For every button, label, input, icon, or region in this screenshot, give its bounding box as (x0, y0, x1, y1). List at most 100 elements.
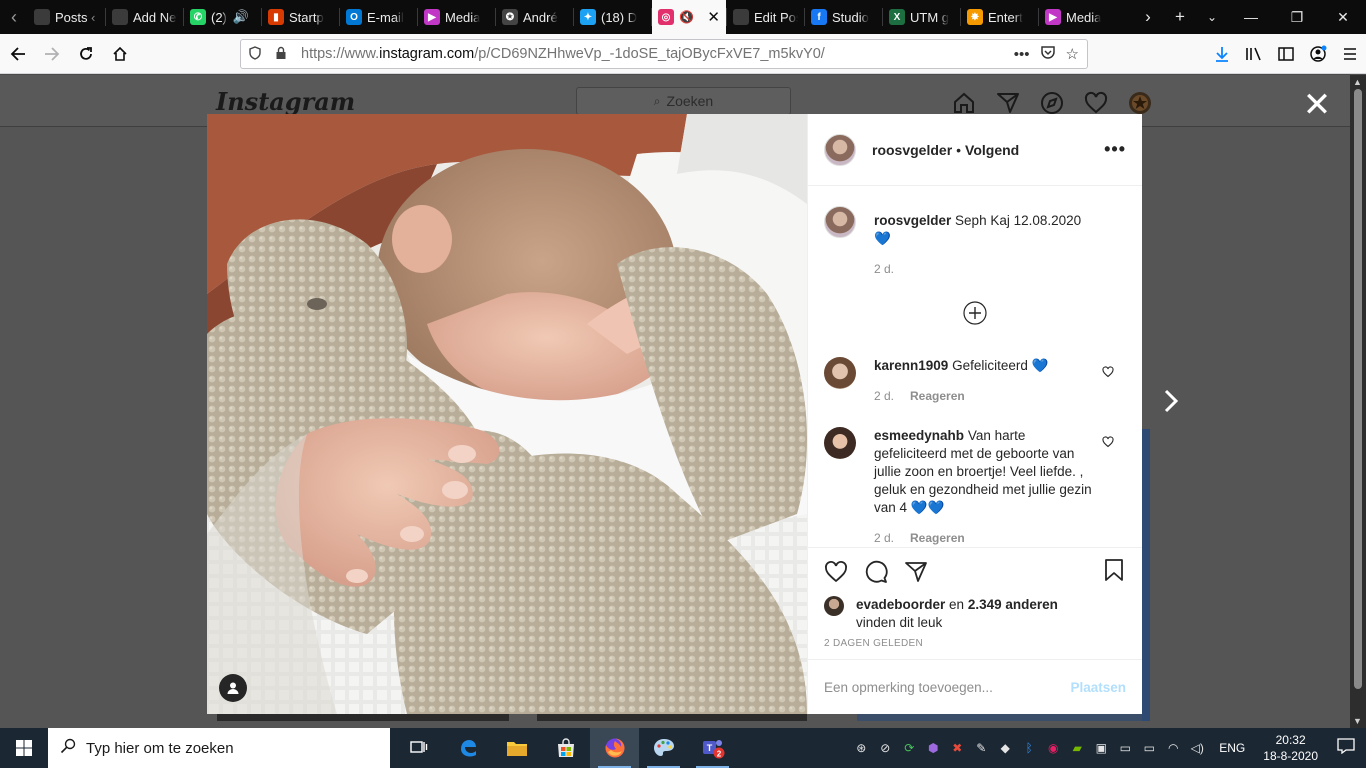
home-button[interactable] (104, 38, 136, 70)
commenter-avatar[interactable] (824, 427, 856, 459)
battery-icon[interactable]: ▭ (1137, 741, 1161, 755)
list-all-tabs-icon[interactable]: ⌄ (1196, 10, 1228, 24)
like-comment-icon[interactable] (1102, 435, 1114, 448)
sidebar-icon[interactable] (1270, 38, 1302, 70)
browser-tab[interactable]: ✪ André (496, 0, 573, 34)
post-comment-button[interactable]: Plaatsen (1070, 680, 1126, 695)
save-bookmark-icon[interactable] (1102, 558, 1126, 587)
back-button[interactable] (2, 38, 34, 70)
tab-close-icon[interactable]: ✕ (707, 8, 720, 26)
teams-icon[interactable]: T2 (688, 728, 737, 768)
notifications-icon[interactable] (1326, 737, 1366, 759)
minimize-icon[interactable]: — (1228, 9, 1274, 25)
browser-tab[interactable]: ▶ Media (1039, 0, 1116, 34)
author-avatar[interactable] (824, 133, 856, 166)
tab-muted-icon[interactable]: 🔇 (679, 10, 694, 24)
liker-avatar[interactable] (824, 596, 844, 616)
pocket-icon[interactable] (1040, 45, 1056, 64)
tab-scroll-left-icon[interactable]: ‹ (0, 0, 28, 34)
browser-tab[interactable]: ◎ 🔇 ✕ (652, 0, 726, 34)
browser-tab[interactable]: Add New (106, 0, 183, 34)
like-comment-icon[interactable] (1102, 365, 1114, 378)
commenter-username[interactable]: esmeedynahb (874, 428, 964, 443)
tray-defender-icon[interactable]: ◆ (993, 741, 1017, 755)
comment-input[interactable] (824, 679, 1071, 695)
profile-avatar-icon[interactable] (1126, 89, 1154, 117)
share-icon[interactable] (904, 552, 944, 592)
tracking-protection-icon[interactable] (249, 45, 267, 63)
scroll-up-icon[interactable]: ▲ (1353, 77, 1362, 87)
lock-icon[interactable] (275, 46, 293, 63)
post-timestamp[interactable]: 2 DAGEN GELEDEN (824, 638, 1126, 649)
bookmark-star-icon[interactable]: ☆ (1066, 45, 1079, 63)
browser-tab[interactable]: Posts ‹ Sh (28, 0, 105, 34)
new-tab-icon[interactable]: + (1164, 7, 1196, 27)
tray-security-icon[interactable]: ✖ (945, 741, 969, 755)
volume-icon[interactable]: ◁) (1185, 741, 1209, 755)
browser-tab[interactable]: ▶ Media (418, 0, 495, 34)
commenter-username[interactable]: karenn1909 (874, 358, 948, 373)
author-username[interactable]: roosvgelder (872, 142, 952, 158)
account-icon[interactable] (1302, 38, 1334, 70)
tray-tool-icon[interactable]: ✎ (969, 741, 993, 755)
scrollbar-thumb[interactable] (1354, 89, 1362, 689)
instagram-search-input[interactable]: ⌕ Zoeken (576, 87, 791, 115)
liker-username[interactable]: evadeboorder (856, 597, 945, 612)
load-more-plus-icon[interactable] (963, 301, 987, 325)
caption-username[interactable]: roosvgelder (874, 213, 951, 228)
browser-tab[interactable]: f Studio (805, 0, 882, 34)
reload-button[interactable] (70, 38, 102, 70)
explore-icon[interactable] (1038, 89, 1066, 117)
tab-scroll-right-icon[interactable]: › (1132, 7, 1164, 27)
browser-tab[interactable]: Edit Post (727, 0, 804, 34)
taskbar-search[interactable]: Typ hier om te zoeken (48, 728, 390, 768)
reply-button[interactable]: Reageren (910, 387, 965, 405)
browser-tab[interactable]: X UTM g (883, 0, 960, 34)
file-explorer-icon[interactable] (492, 728, 541, 768)
browser-tab[interactable]: ▮ Startp (262, 0, 339, 34)
tab-audio-icon[interactable]: 🔊 (233, 9, 249, 25)
scroll-down-icon[interactable]: ▼ (1353, 716, 1362, 726)
tray-color-icon[interactable]: ◉ (1041, 741, 1065, 755)
comment-time[interactable]: 2 d. (874, 387, 894, 405)
window-close-icon[interactable]: ✕ (1320, 9, 1366, 26)
browser-tab[interactable]: O E-mail (340, 0, 417, 34)
bluetooth-icon[interactable]: ᛒ (1017, 741, 1041, 755)
tray-shield-icon[interactable]: ⬢ (921, 741, 945, 755)
menu-icon[interactable] (1334, 38, 1366, 70)
forward-button[interactable] (36, 38, 68, 70)
url-bar[interactable]: https://www.instagram.com/p/CD69NZHhweVp… (240, 39, 1088, 69)
microsoft-store-icon[interactable] (541, 728, 590, 768)
downloads-icon[interactable] (1206, 38, 1238, 70)
page-scrollbar[interactable]: ▲ ▼ (1350, 75, 1366, 728)
likes-others-link[interactable]: 2.349 anderen (968, 597, 1058, 612)
close-modal-icon[interactable]: ✕ (1302, 88, 1332, 122)
windows-start-icon[interactable] (0, 728, 48, 768)
caption-avatar[interactable] (824, 206, 856, 238)
instagram-logo[interactable]: Instagram (216, 87, 355, 116)
tray-capture-icon[interactable]: ▣ (1089, 741, 1113, 755)
clock[interactable]: 20:32 18-8-2020 (1263, 732, 1318, 764)
like-heart-icon[interactable] (824, 552, 864, 592)
browser-tab[interactable]: ✆ (2) 🔊 (184, 0, 261, 34)
tray-display-icon[interactable]: ▭ (1113, 741, 1137, 755)
page-actions-icon[interactable]: ••• (1014, 46, 1030, 63)
commenter-avatar[interactable] (824, 357, 856, 389)
task-view-icon[interactable] (394, 728, 443, 768)
paint-app-icon[interactable] (639, 728, 688, 768)
wifi-icon[interactable]: ◠ (1161, 741, 1185, 755)
nvidia-icon[interactable]: ▰ (1065, 741, 1089, 755)
comment-time[interactable]: 2 d. (874, 529, 894, 547)
next-post-icon[interactable] (1158, 386, 1182, 416)
more-options-icon[interactable]: ••• (1104, 139, 1126, 160)
tray-sync-icon[interactable]: ⟳ (897, 741, 921, 755)
comments-list[interactable]: roosvgelder Seph Kaj 12.08.2020 💙 2 d. k… (808, 187, 1142, 547)
tray-app-icon[interactable]: ⊛ (849, 741, 873, 755)
activity-heart-icon[interactable] (1082, 89, 1110, 117)
comment-bubble-icon[interactable] (864, 552, 904, 592)
browser-tab[interactable]: ✦ (18) D (574, 0, 651, 34)
input-language[interactable]: ENG (1219, 741, 1245, 755)
browser-tab[interactable]: ✸ Entert (961, 0, 1038, 34)
caption-time[interactable]: 2 d. (874, 260, 894, 278)
follow-status-button[interactable]: Volgend (965, 142, 1019, 158)
